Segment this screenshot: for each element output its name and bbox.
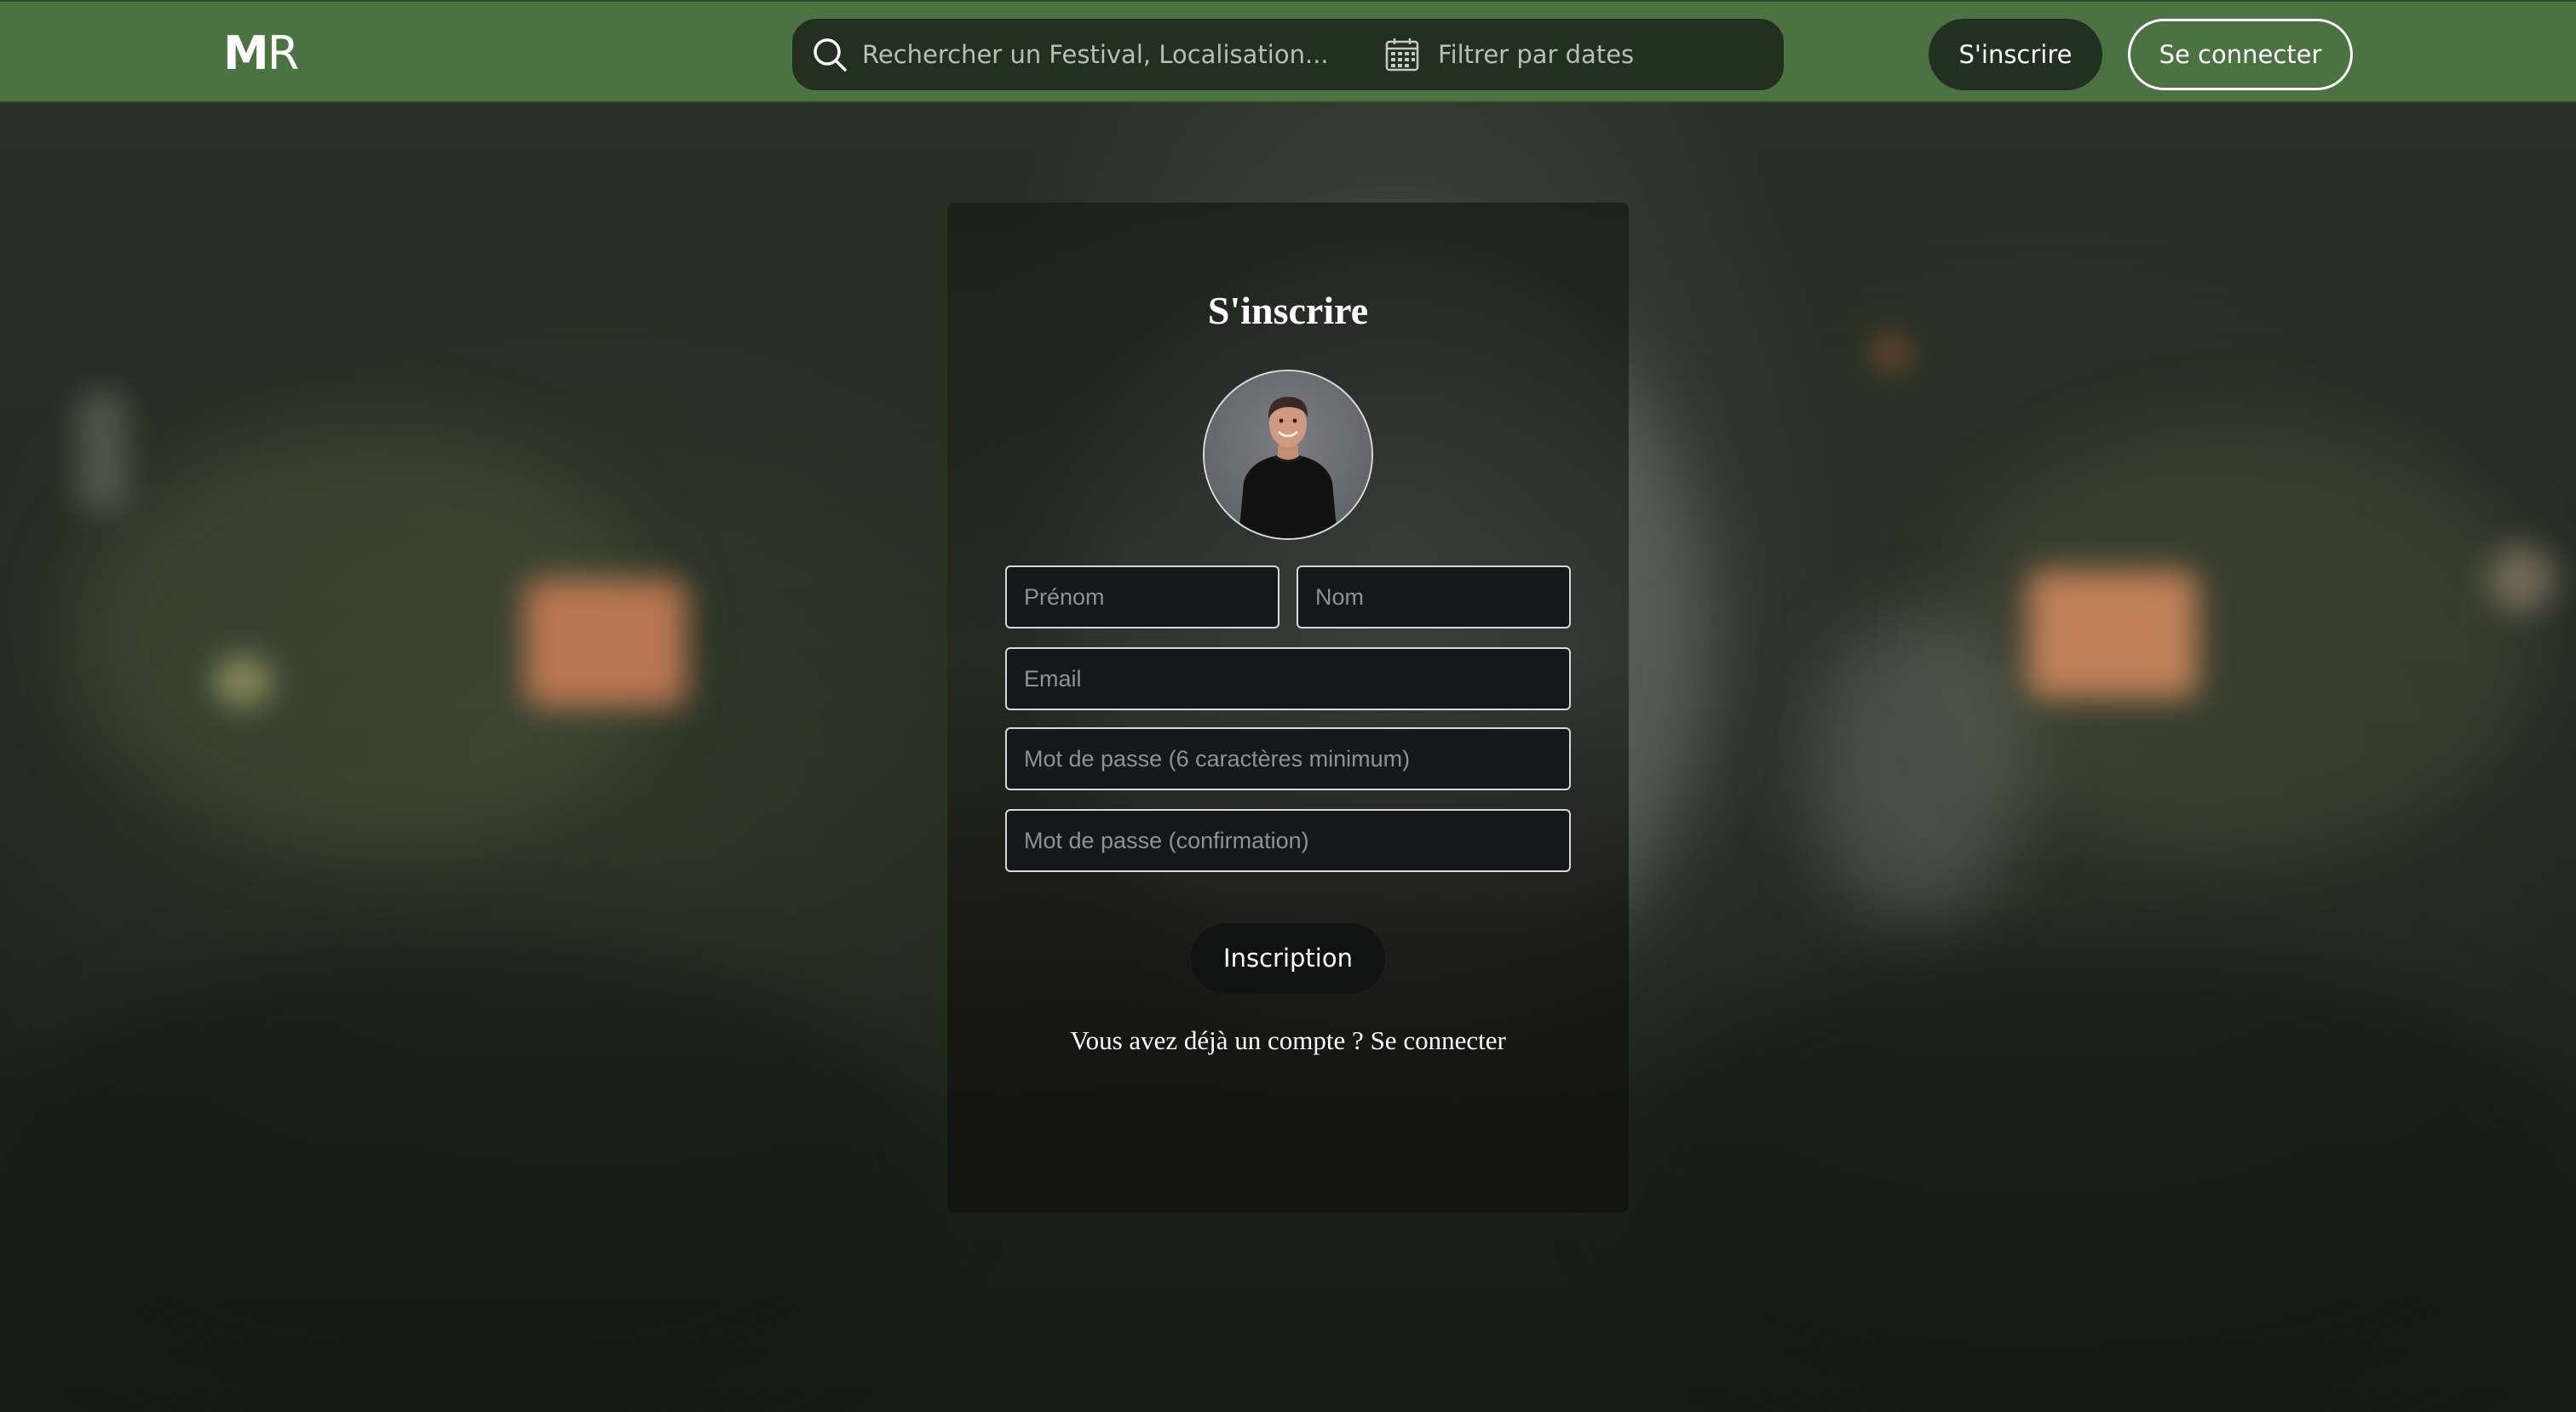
firstname-field[interactable] xyxy=(1005,565,1279,629)
form-title: S'inscrire xyxy=(1207,289,1369,332)
password-field[interactable] xyxy=(1005,727,1571,790)
search-input[interactable] xyxy=(860,32,1337,77)
login-prompt-text: Vous avez déjà un compte ? xyxy=(1070,1025,1371,1055)
login-button[interactable]: Se connecter xyxy=(2128,19,2353,90)
password-confirm-field[interactable] xyxy=(1005,809,1571,872)
login-prompt: Vous avez déjà un compte ? Se connecter xyxy=(947,1025,1629,1056)
logo-letter-r: R xyxy=(267,26,300,80)
search-icon[interactable] xyxy=(811,36,848,73)
email-field[interactable] xyxy=(1005,647,1571,710)
login-link[interactable]: Se connecter xyxy=(1371,1025,1506,1055)
signup-card: S'inscrire I xyxy=(947,203,1629,1213)
calendar-icon[interactable] xyxy=(1383,36,1421,73)
lastname-field[interactable] xyxy=(1297,565,1571,629)
submit-signup-button[interactable]: Inscription xyxy=(1191,923,1385,993)
signup-button[interactable]: S'inscrire xyxy=(1929,19,2102,90)
search-bar xyxy=(792,19,1784,90)
logo[interactable]: MR xyxy=(223,31,299,77)
top-navbar: MR S'inscrire Se connecter xyxy=(0,0,2576,102)
avatar-photo xyxy=(1205,371,1371,538)
logo-letter-m: M xyxy=(223,26,269,80)
avatar-upload[interactable] xyxy=(1203,370,1373,540)
date-filter-input[interactable] xyxy=(1436,32,1760,77)
